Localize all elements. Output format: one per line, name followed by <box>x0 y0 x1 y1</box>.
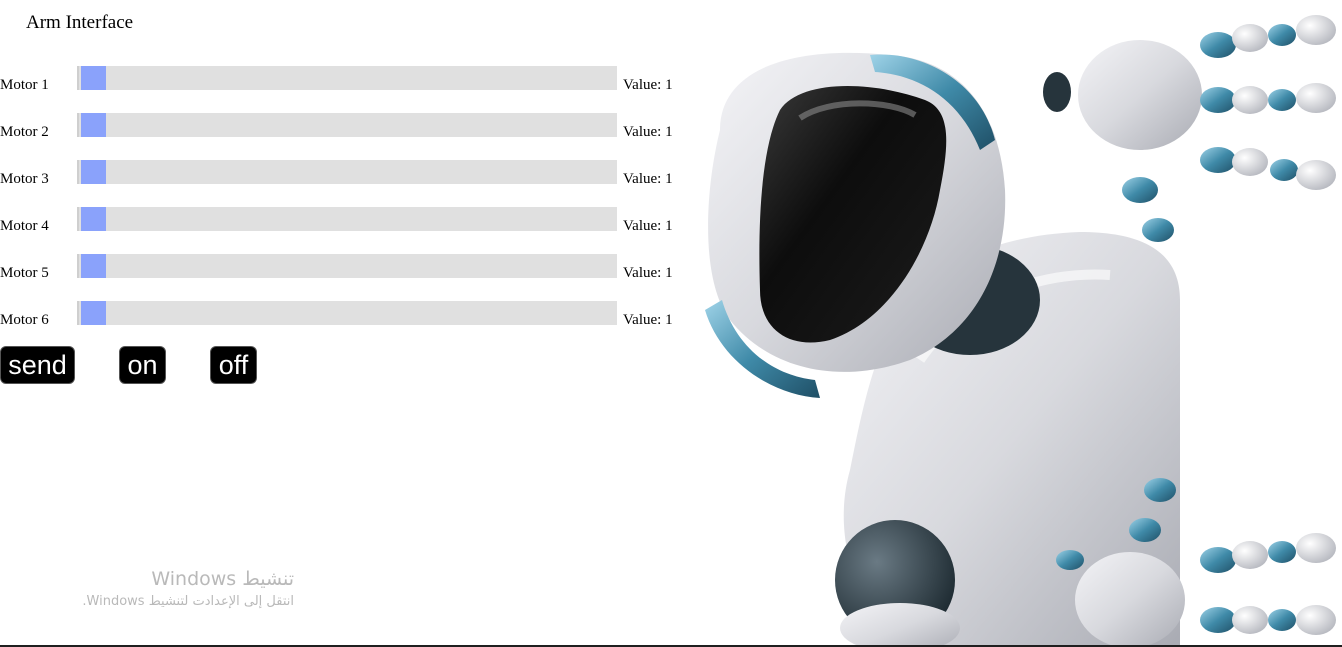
motor-label: Motor 3 <box>0 171 49 187</box>
off-button[interactable]: off <box>210 346 257 384</box>
motor-2-slider[interactable] <box>77 113 617 137</box>
motor-3-slider[interactable] <box>77 160 617 184</box>
watermark-subtitle: انتقل إلى الإعدادت لتنشيط Windows. <box>82 594 294 609</box>
motor-5-slider[interactable] <box>77 254 617 278</box>
windows-activation-watermark: تنشيط Windows انتقل إلى الإعدادت لتنشيط … <box>40 566 294 612</box>
send-button[interactable]: send <box>0 346 75 384</box>
motor-row-4: Motor 4 Value: 1 <box>0 207 690 234</box>
watermark-title: تنشيط Windows <box>151 568 294 590</box>
slider-thumb[interactable] <box>81 113 106 137</box>
motor-label: Motor 4 <box>0 218 49 234</box>
motor-6-slider[interactable] <box>77 301 617 325</box>
motor-row-1: Motor 1 Value: 1 <box>0 66 690 93</box>
slider-thumb[interactable] <box>81 160 106 184</box>
on-button[interactable]: on <box>119 346 166 384</box>
motor-row-3: Motor 3 Value: 1 <box>0 160 690 187</box>
slider-thumb[interactable] <box>81 66 106 90</box>
motor-label: Motor 6 <box>0 312 49 328</box>
motor-label: Motor 1 <box>0 77 49 93</box>
slider-thumb[interactable] <box>81 254 106 278</box>
motor-1-slider[interactable] <box>77 66 617 90</box>
motor-label: Motor 2 <box>0 124 49 140</box>
motor-label: Motor 5 <box>0 265 49 281</box>
slider-thumb[interactable] <box>81 301 106 325</box>
page-title: Arm Interface <box>26 12 134 33</box>
slider-thumb[interactable] <box>81 207 106 231</box>
motor-row-6: Motor 6 Value: 1 <box>0 301 690 328</box>
motor-4-slider[interactable] <box>77 207 617 231</box>
robot-illustration <box>705 0 1342 647</box>
motor-row-5: Motor 5 Value: 1 <box>0 254 690 281</box>
arm-interface-page: Arm Interface Motor 1 Value: 1 Motor 2 V… <box>0 0 1342 647</box>
motor-row-2: Motor 2 Value: 1 <box>0 113 690 140</box>
